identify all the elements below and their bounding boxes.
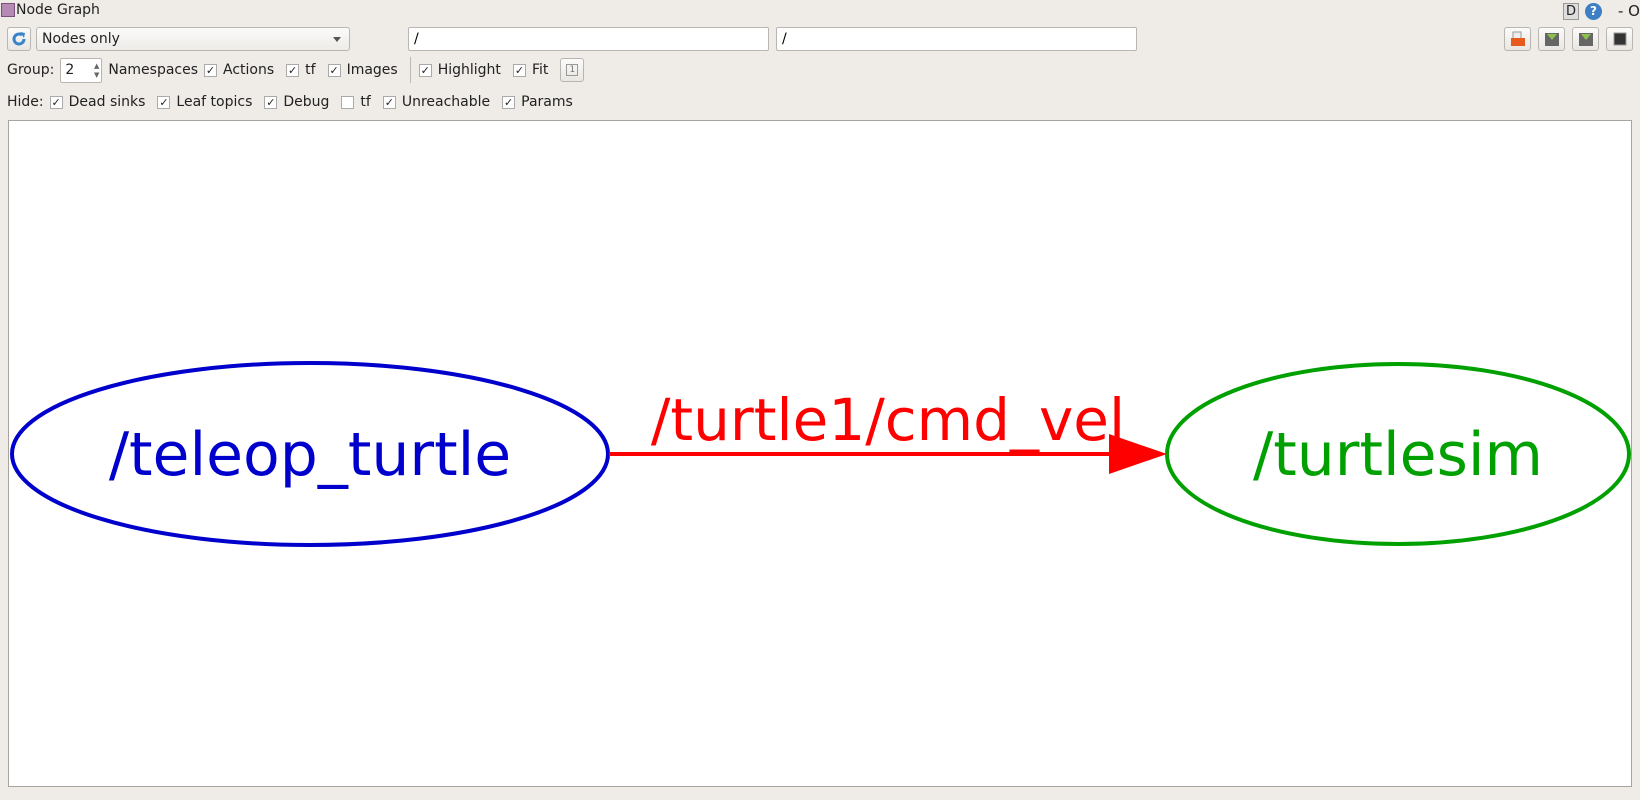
- edge-label: /turtle1/cmd_vel: [651, 386, 1125, 454]
- graph-canvas[interactable]: /teleop_turtle /turtlesim /turtle1/cmd_v…: [8, 120, 1632, 787]
- node-label: /teleop_turtle: [109, 420, 511, 490]
- node-label: /turtlesim: [1253, 420, 1543, 490]
- graph-svg: /teleop_turtle /turtlesim /turtle1/cmd_v…: [10, 361, 1631, 547]
